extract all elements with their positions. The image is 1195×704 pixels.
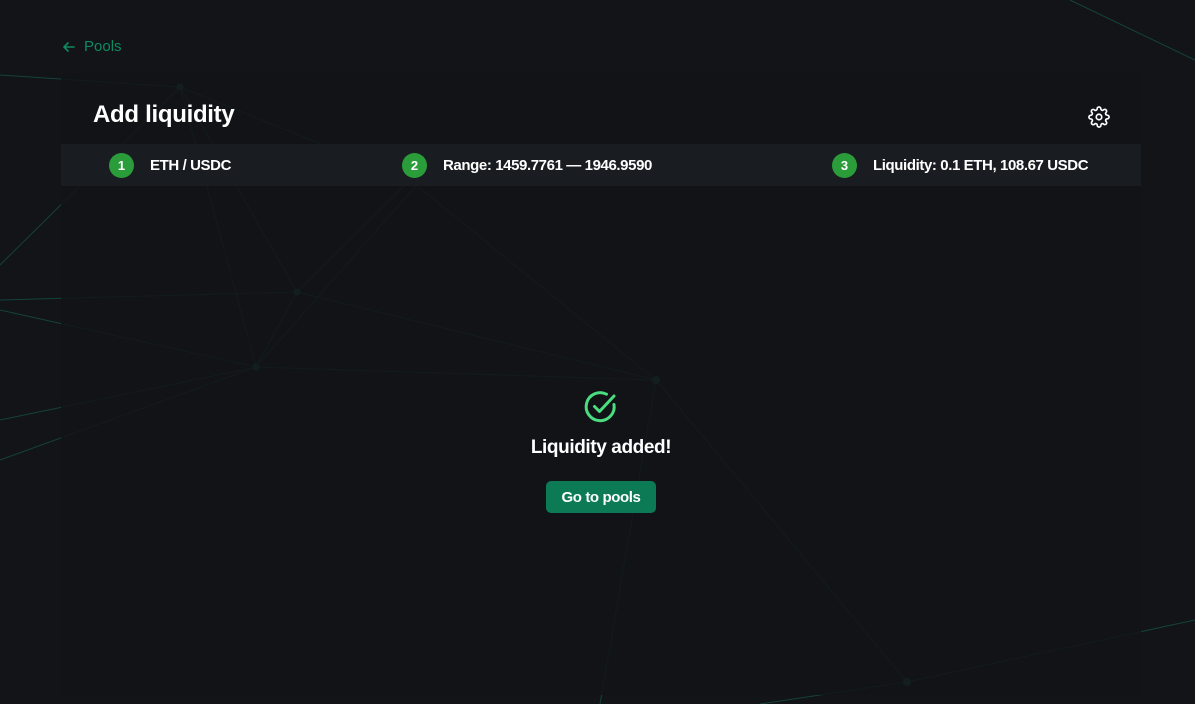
success-message: Liquidity added! [530,437,672,458]
step-number-badge: 3 [832,152,857,178]
step-range: 2 Range: 1459.7761 — 1946.9590 [402,144,652,186]
gear-icon [1088,106,1110,128]
step-pair: 1 ETH / USDC [109,144,231,186]
add-liquidity-card: Add liquidity 1 ETH / USDC 2 Range: 1459… [61,73,1141,695]
settings-button[interactable] [1087,105,1111,129]
step-label: ETH / USDC [150,156,232,174]
step-liquidity: 3 Liquidity: 0.1 ETH, 108.67 USDC [832,144,1089,186]
check-circle-icon [584,391,616,423]
go-to-pools-button[interactable]: Go to pools [545,481,657,513]
back-to-pools-link[interactable]: Pools [62,38,122,55]
step-number-badge: 2 [402,152,427,178]
step-label: Range: 1459.7761 — 1946.9590 [443,156,652,174]
step-number-badge: 1 [109,152,134,178]
step-label: Liquidity: 0.1 ETH, 108.67 USDC [873,156,1089,174]
success-panel: Liquidity added! Go to pools [61,389,1141,513]
page-title: Add liquidity [93,101,235,128]
steps-bar: 1 ETH / USDC 2 Range: 1459.7761 — 1946.9… [61,144,1141,186]
arrow-left-icon [63,41,75,52]
back-link-label: Pools [84,38,122,55]
